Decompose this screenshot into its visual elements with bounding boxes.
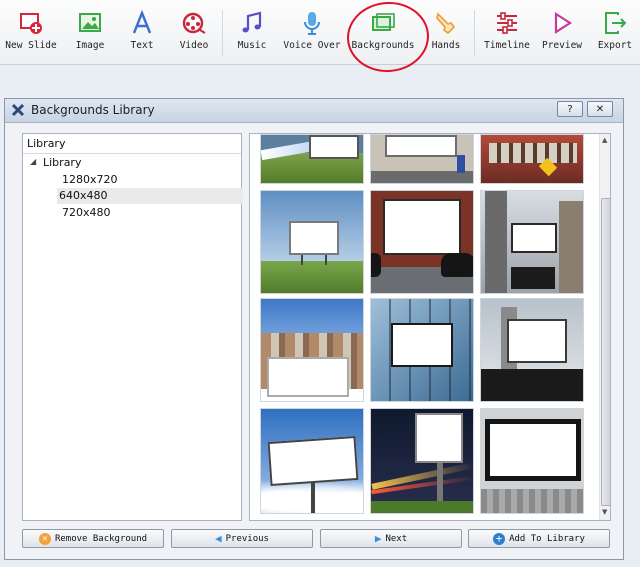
arrow-right-icon: ▶ — [374, 532, 382, 545]
scrollbar-thumb[interactable] — [601, 198, 610, 506]
remove-background-button[interactable]: ✕ Remove Background — [22, 529, 164, 548]
microphone-icon — [304, 12, 320, 35]
thumbnail-background[interactable] — [260, 408, 364, 514]
arrow-left-icon: ◀ — [215, 532, 222, 545]
hand-icon — [436, 12, 456, 35]
dialog-titlebar[interactable]: Backgrounds Library ? ✕ — [5, 99, 623, 123]
thumbnail-background[interactable] — [260, 134, 364, 184]
music-icon — [242, 11, 262, 33]
thumbnail-background[interactable] — [480, 298, 584, 402]
tree-item-1280x720[interactable]: 1280x720 — [59, 172, 121, 188]
close-button[interactable]: ✕ — [587, 101, 613, 117]
tree-item-library[interactable]: Library — [43, 155, 81, 171]
toolbar-voice-over[interactable]: Voice Over — [282, 6, 342, 60]
thumbnail-background[interactable] — [480, 134, 584, 184]
remove-icon: ✕ — [38, 532, 51, 545]
thumbnail-background[interactable] — [370, 134, 474, 184]
toolbar-image[interactable]: Image — [66, 6, 114, 60]
toolbar-preview[interactable]: Preview — [540, 6, 584, 60]
thumbnail-background[interactable] — [260, 298, 364, 402]
thumbnail-background[interactable] — [370, 298, 474, 402]
thumbnail-scrollbar[interactable]: ▲ ▼ — [599, 134, 610, 520]
toolbar-new-slide[interactable]: New Slide — [4, 6, 58, 60]
add-to-library-button[interactable]: + Add To Library — [468, 529, 610, 548]
play-icon — [554, 11, 573, 35]
app-icon — [11, 103, 25, 117]
scroll-down-icon[interactable]: ▼ — [602, 508, 607, 516]
dialog-title: Backgrounds Library — [31, 103, 155, 117]
toolbar-separator — [474, 10, 475, 56]
thumbnail-background[interactable] — [260, 190, 364, 294]
help-button[interactable]: ? — [557, 101, 583, 117]
toolbar-music[interactable]: Music — [230, 6, 274, 60]
main-toolbar: New Slide Image Text Video Music Voice O… — [0, 0, 640, 65]
video-icon — [182, 12, 206, 34]
toolbar-hands[interactable]: Hands — [424, 6, 468, 60]
add-icon: + — [493, 532, 506, 545]
toolbar-timeline[interactable]: Timeline — [482, 6, 532, 60]
tree-item-640x480[interactable]: 640x480 — [57, 188, 243, 204]
new-slide-icon — [20, 13, 42, 34]
export-icon — [605, 12, 627, 34]
previous-button[interactable]: ◀ Previous — [171, 529, 313, 548]
background-thumbnail-grid: ▲ ▼ — [249, 133, 611, 521]
text-icon — [132, 10, 152, 34]
toolbar-export[interactable]: Export — [594, 6, 636, 60]
library-tree: Library ◢ Library 1280x720 640x480 720x4… — [22, 133, 243, 521]
image-icon — [79, 13, 101, 32]
toolbar-separator — [222, 10, 223, 56]
scroll-up-icon[interactable]: ▲ — [602, 136, 607, 144]
tree-header: Library — [23, 134, 241, 154]
toolbar-text[interactable]: Text — [120, 6, 164, 60]
timeline-icon — [497, 12, 517, 34]
tree-item-720x480[interactable]: 720x480 — [59, 205, 114, 221]
thumbnail-background[interactable] — [480, 190, 584, 294]
expand-triangle-icon[interactable]: ◢ — [30, 157, 36, 166]
toolbar-video[interactable]: Video — [172, 6, 216, 60]
thumbnail-background[interactable] — [370, 190, 474, 294]
backgrounds-library-dialog: Backgrounds Library ? ✕ Library ◢ Librar… — [4, 98, 624, 560]
next-button[interactable]: ▶ Next — [320, 529, 462, 548]
thumbnail-background[interactable] — [480, 408, 584, 514]
thumbnail-background[interactable] — [370, 408, 474, 514]
